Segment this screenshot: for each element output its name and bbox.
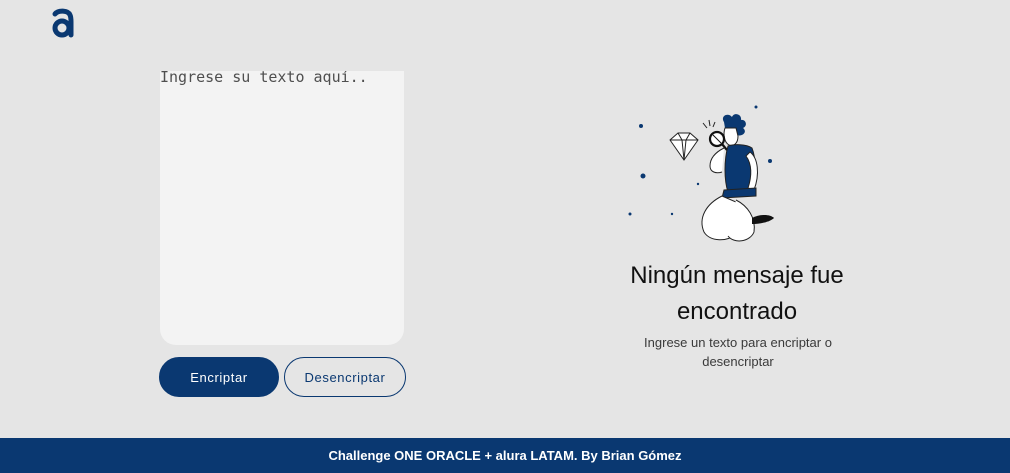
footer-text: Challenge ONE ORACLE + alura LATAM. By B… [328,448,682,463]
search-illustration-icon [628,105,774,242]
decrypt-button[interactable]: Desencriptar [284,357,406,397]
alura-logo-icon[interactable] [50,8,76,38]
decrypt-button-label: Desencriptar [304,369,386,385]
no-message-title: Ningún mensaje fue encontrado [630,262,844,325]
footer: Challenge ONE ORACLE + alura LATAM. By B… [0,438,1010,473]
no-message-subtitle: Ingrese un texto para encriptar o desenc… [644,335,832,369]
encrypt-button-label: Encriptar [190,369,248,385]
encrypt-button[interactable]: Encriptar [159,357,279,397]
text-input[interactable] [160,71,404,345]
